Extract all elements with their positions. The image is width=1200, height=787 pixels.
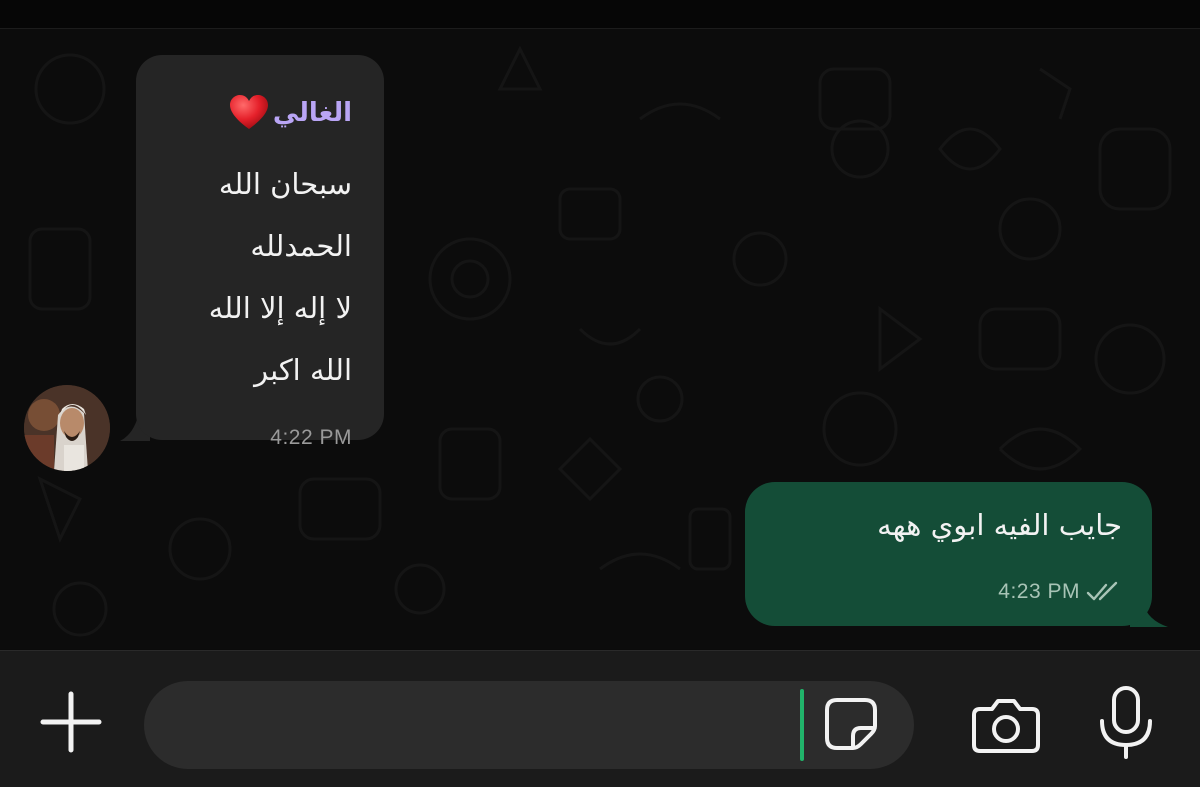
message-input-bar (0, 650, 1200, 787)
camera-button[interactable] (966, 685, 1046, 765)
contact-avatar[interactable] (24, 385, 110, 471)
plus-icon (40, 691, 102, 753)
sticker-button[interactable] (820, 693, 882, 755)
sticker-icon (825, 698, 877, 750)
chat-screen: الغالي سبحان الله الحمدلله لا إله إلا ال (0, 0, 1200, 787)
double-check-icon (1086, 581, 1118, 601)
mic-button[interactable] (1088, 681, 1164, 765)
microphone-icon (1100, 686, 1152, 759)
message-timestamp: 4:23 PM (998, 580, 1080, 603)
message-line: سبحان الله (218, 167, 352, 201)
attach-button[interactable] (36, 687, 106, 757)
message-line: لا إله إلا الله (208, 291, 352, 325)
outgoing-message-bubble[interactable]: جايب الفيه ابوي ههه 4:23 PM (745, 482, 1152, 626)
sender-line: الغالي (229, 95, 352, 131)
contact-avatar-photo (24, 385, 110, 471)
red-heart-icon (229, 95, 268, 129)
sender-name[interactable]: الغالي (273, 98, 352, 128)
message-line: الله اكبر (254, 353, 352, 387)
message-timestamp: 4:22 PM (270, 426, 352, 449)
chat-area[interactable]: الغالي سبحان الله الحمدلله لا إله إلا ال (0, 29, 1200, 649)
incoming-message-bubble[interactable]: الغالي سبحان الله الحمدلله لا إله إلا ال (136, 55, 384, 449)
message-meta: 4:23 PM (998, 580, 1122, 604)
camera-icon (972, 699, 1040, 753)
message-input[interactable] (144, 681, 914, 769)
message-line: الحمدلله (250, 229, 352, 263)
header-edge (0, 0, 1200, 29)
message-text: سبحان الله الحمدلله لا إله إلا الله الله… (142, 153, 352, 401)
message-text: جايب الفيه ابوي ههه (877, 508, 1122, 542)
text-cursor (800, 689, 804, 761)
